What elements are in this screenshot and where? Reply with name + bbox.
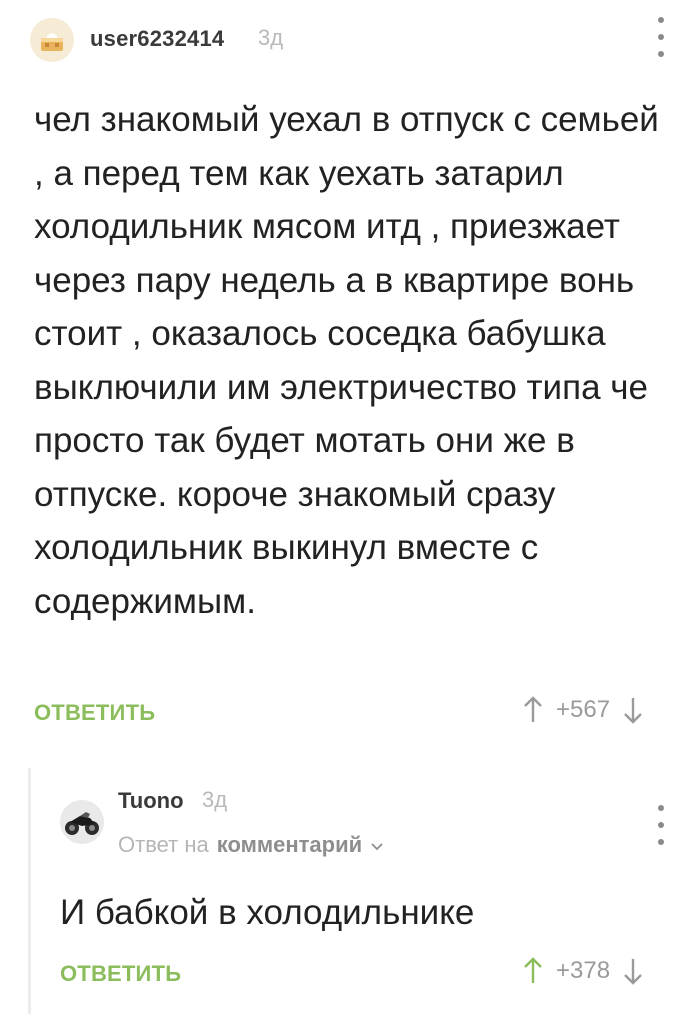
rating-value: +567 [556, 696, 611, 723]
thread-line[interactable] [28, 768, 31, 1014]
comment-body: И бабкой в холодильнике [60, 893, 475, 932]
cake-avatar-icon [30, 18, 74, 62]
reply-button[interactable]: ОТВЕТИТЬ [34, 700, 155, 726]
motorcycle-avatar-icon [60, 800, 104, 844]
kebab-menu-icon[interactable] [655, 17, 667, 57]
reply-to: Ответ на комментарий [118, 832, 384, 858]
username[interactable]: user6232414 [90, 26, 224, 52]
comment-time: 3д [202, 787, 228, 812]
reply-button[interactable]: ОТВЕТИТЬ [60, 961, 181, 987]
arrow-down-icon[interactable] [622, 955, 644, 987]
reply-to-link[interactable]: комментарий [217, 832, 362, 858]
arrow-up-icon[interactable] [522, 694, 544, 726]
chevron-down-icon[interactable] [370, 832, 384, 858]
comment-rating: +378 [522, 955, 644, 987]
rating-value: +378 [556, 957, 611, 984]
comment-body: чел знакомый уехал в отпуск с семьей , а… [34, 100, 659, 621]
arrow-up-icon[interactable] [522, 955, 544, 987]
avatar[interactable] [30, 18, 74, 62]
arrow-down-icon[interactable] [622, 694, 644, 726]
comment-time: 3д [258, 25, 284, 50]
reply-to-prefix: Ответ на [118, 832, 209, 857]
username[interactable]: Tuono [118, 788, 184, 814]
comment-rating: +567 [522, 694, 644, 726]
kebab-menu-icon[interactable] [655, 805, 667, 845]
avatar[interactable] [60, 800, 104, 844]
